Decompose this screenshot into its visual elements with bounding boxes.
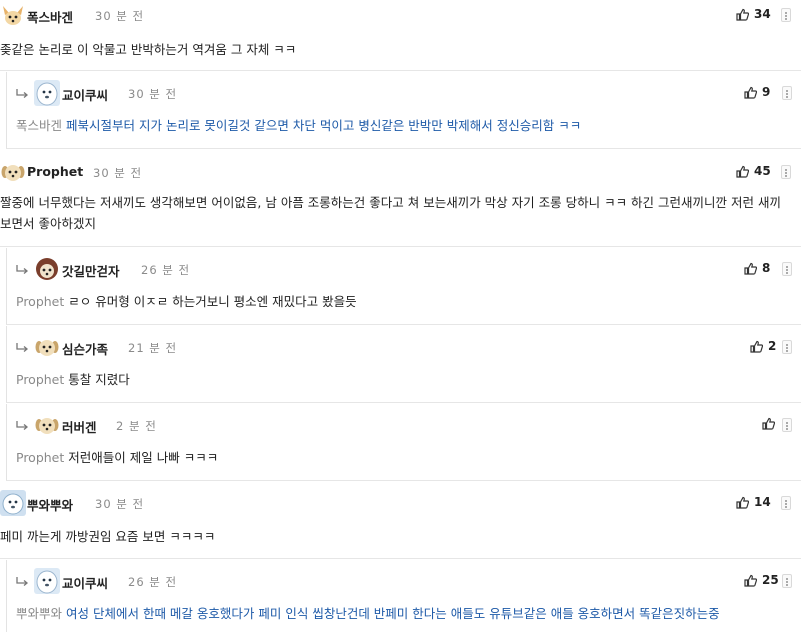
comment-header: 폭스바겐 30 분 전 34 (0, 0, 801, 28)
kebab-menu-icon[interactable] (781, 8, 791, 22)
nickname[interactable]: 뿌와뿌와 (27, 495, 73, 514)
nickname[interactable]: 교이쿠씨 (62, 573, 108, 592)
like-count: 9 (762, 85, 771, 99)
timestamp: 2 분 전 (116, 419, 157, 433)
avatar[interactable] (34, 80, 60, 106)
reply-arrow-icon (16, 577, 29, 586)
thumbs-up-icon (750, 340, 763, 353)
comment-header: 뿌와뿌와 30 분 전 14 (0, 488, 801, 516)
like-button[interactable]: 2 (750, 339, 776, 353)
nickname[interactable]: Prophet (27, 164, 83, 179)
like-button[interactable]: 45 (736, 164, 771, 178)
mention-name[interactable]: 뿌와뿌와 (16, 606, 62, 621)
like-button[interactable]: 8 (744, 261, 770, 275)
kebab-menu-icon[interactable] (781, 165, 791, 179)
reply-arrow-icon (16, 343, 29, 352)
comment-item: 뿌와뿌와 30 분 전 14 페미 까는게 까방권임 요즘 보면 ㅋㅋㅋㅋ (0, 482, 801, 559)
comment-text: Prophet 통찰 지렸다 (16, 372, 130, 387)
avatar[interactable] (34, 568, 60, 594)
reply-item: 교이쿠씨 30 분 전 9 폭스바겐 페북시절부터 지가 논리로 못이길것 같으면… (6, 72, 801, 149)
thumbs-up-icon (736, 165, 749, 178)
like-button[interactable]: 25 (744, 573, 779, 587)
like-button[interactable]: 9 (744, 85, 770, 99)
nickname[interactable]: 교이쿠씨 (62, 85, 108, 104)
mention-name[interactable]: Prophet (16, 294, 64, 309)
avatar[interactable] (0, 159, 26, 185)
like-count: 14 (754, 495, 771, 509)
comment-text: 페미 까는게 까방권임 요즘 보면 ㅋㅋㅋㅋ (0, 529, 216, 544)
comment-text: 짤중에 너무했다는 저새끼도 생각해보면 어이없음, 남 아픔 조롱하는건 좋다… (0, 195, 781, 231)
like-count: 34 (754, 7, 771, 21)
like-count: 25 (762, 573, 779, 587)
reply-arrow-icon (16, 265, 29, 274)
mention-name[interactable]: 폭스바겐 (16, 118, 62, 133)
reply-item: 러버겐 2 분 전 Prophet 저런애들이 제일 나빠 ㅋㅋㅋ (6, 404, 801, 481)
comment-header: 교이쿠씨 30 분 전 9 (15, 78, 801, 106)
avatar[interactable] (0, 2, 26, 28)
comment-header: 러버겐 2 분 전 (15, 410, 801, 438)
reply-item: 갓길만걷자 26 분 전 8 Prophet ㄹㅇ 유머형 이ㅈㄹ 하는거보니 평… (6, 248, 801, 325)
thumbs-up-icon (736, 8, 749, 21)
avatar[interactable] (34, 412, 60, 438)
avatar[interactable] (34, 334, 60, 360)
comment-list: 폭스바겐 30 분 전 34 좆같은 논리로 이 악물고 반박하는거 역겨움 그… (0, 0, 801, 632)
like-count: 8 (762, 261, 771, 275)
timestamp: 30 분 전 (95, 497, 145, 511)
comment-text: 뿌와뿌와 여성 단체에서 한때 메갈 옹호했다가 페미 인식 씹창난건데 반페미 … (16, 606, 720, 621)
kebab-menu-icon[interactable] (782, 262, 792, 276)
nickname[interactable]: 심슨가족 (62, 339, 108, 358)
comment-text: Prophet 저런애들이 제일 나빠 ㅋㅋㅋ (16, 450, 219, 465)
kebab-menu-icon[interactable] (782, 86, 792, 100)
kebab-menu-icon[interactable] (782, 418, 792, 432)
avatar[interactable] (0, 490, 26, 516)
thumbs-up-icon (744, 262, 757, 275)
thumbs-up-icon (744, 574, 757, 587)
comment-header: 갓길만걷자 26 분 전 8 (15, 254, 801, 282)
reply-item: 교이쿠씨 26 분 전 25 뿌와뿌와 여성 단체에서 한때 메갈 옹호했다가 페… (6, 560, 801, 632)
timestamp: 30 분 전 (128, 87, 178, 101)
kebab-menu-icon[interactable] (782, 340, 792, 354)
nickname[interactable]: 갓길만걷자 (62, 261, 120, 280)
avatar[interactable] (34, 256, 60, 282)
timestamp: 30 분 전 (95, 9, 145, 23)
reply-arrow-icon (16, 89, 29, 98)
comment-header: 교이쿠씨 26 분 전 25 (15, 566, 801, 594)
comment-text: 좆같은 논리로 이 악물고 반박하는거 역겨움 그 자체 ㅋㅋ (0, 42, 297, 57)
like-count: 2 (768, 339, 777, 353)
kebab-menu-icon[interactable] (782, 574, 792, 588)
thumbs-up-icon (762, 417, 775, 430)
reply-item: 심슨가족 21 분 전 2 Prophet 통찰 지렸다 (6, 326, 801, 403)
timestamp: 26 분 전 (141, 263, 191, 277)
like-count: 45 (754, 164, 771, 178)
comment-item: 폭스바겐 30 분 전 34 좆같은 논리로 이 악물고 반박하는거 역겨움 그… (0, 0, 801, 71)
comment-text: Prophet ㄹㅇ 유머형 이ㅈㄹ 하는거보니 평소엔 재밌다고 봤을듯 (16, 294, 357, 309)
timestamp: 21 분 전 (128, 341, 178, 355)
mention-name[interactable]: Prophet (16, 372, 64, 387)
nickname[interactable]: 폭스바겐 (27, 7, 73, 26)
timestamp: 26 분 전 (128, 575, 178, 589)
timestamp: 30 분 전 (93, 166, 143, 180)
comment-header: 심슨가족 21 분 전 2 (15, 332, 801, 360)
like-button[interactable]: 34 (736, 7, 771, 21)
comment-item: Prophet 30 분 전 45 짤중에 너무했다는 저새끼도 생각해보면 어… (0, 150, 801, 247)
like-button[interactable]: 14 (736, 495, 771, 509)
reply-arrow-icon (16, 421, 29, 430)
thumbs-up-icon (744, 86, 757, 99)
nickname[interactable]: 러버겐 (62, 417, 97, 436)
comment-header: Prophet 30 분 전 45 (0, 157, 801, 185)
like-button[interactable] (762, 417, 780, 430)
kebab-menu-icon[interactable] (781, 496, 791, 510)
thumbs-up-icon (736, 496, 749, 509)
comment-text: 폭스바겐 페북시절부터 지가 논리로 못이길것 같으면 차단 먹이고 병신같은 반… (16, 118, 582, 133)
mention-name[interactable]: Prophet (16, 450, 64, 465)
